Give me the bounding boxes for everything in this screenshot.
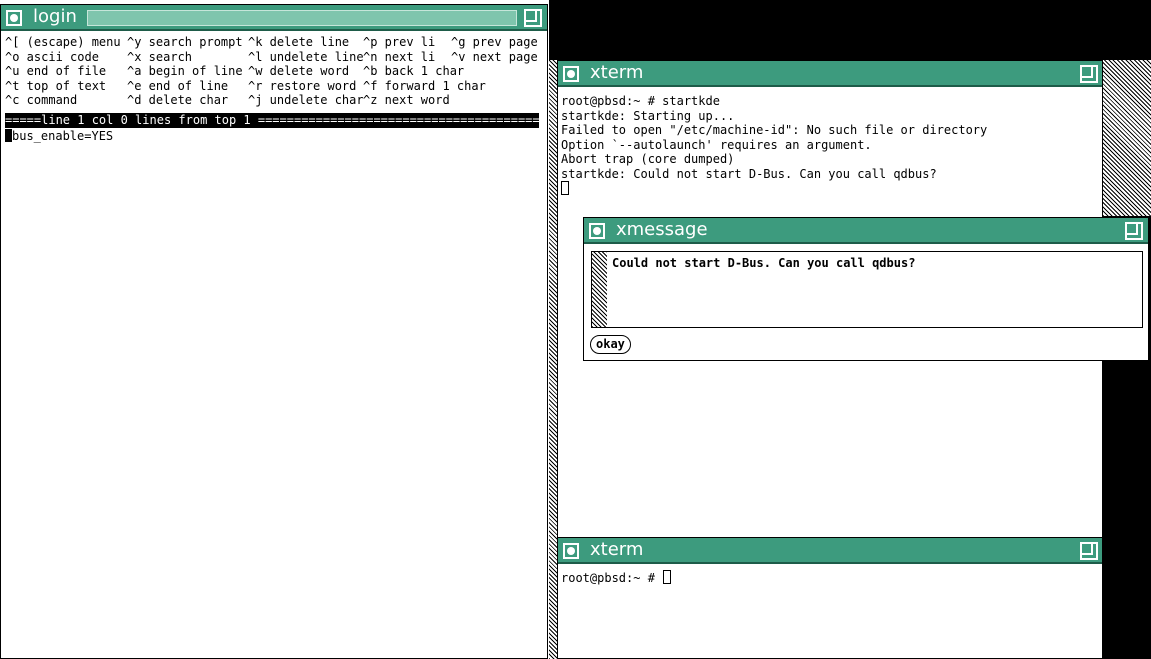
editor-help-item: ^g prev page xyxy=(451,35,538,49)
editor-help-item: ^e end of line xyxy=(127,78,229,93)
editor-help-item: ^w delete word xyxy=(248,64,350,79)
editor-help-item: ^t top of text xyxy=(5,78,107,93)
login-title-fill xyxy=(87,10,517,26)
editor-help-item: ^k delete line xyxy=(248,35,350,49)
editor-help-item: ^o ascii code xyxy=(5,49,99,64)
xmessage-scrollbar[interactable] xyxy=(592,252,607,327)
editor-help-item: ^l undelete line xyxy=(248,49,364,64)
xterm1-cursor xyxy=(561,181,569,195)
editor-help-item: ^c command xyxy=(5,93,78,108)
xterm2-titlebar[interactable]: xterm xyxy=(558,538,1102,564)
editor-help-item: ^x search xyxy=(127,49,193,64)
editor-status-line: =====line 1 col 0 lines from top 1 =====… xyxy=(5,113,539,128)
xterm1-output-line: startkde: Starting up... xyxy=(561,108,735,123)
xterm2-prompt: root@pbsd:~ # xyxy=(561,571,663,585)
xmessage-titlebar[interactable]: xmessage xyxy=(584,218,1148,244)
window-menu-icon[interactable] xyxy=(589,223,605,239)
login-titlebar[interactable]: login xyxy=(1,5,547,31)
editor-help-item: ^[ (escape) menu xyxy=(5,35,121,49)
xterm2-cursor xyxy=(663,570,672,584)
maximize-icon[interactable] xyxy=(1125,222,1143,240)
maximize-icon[interactable] xyxy=(1080,542,1098,560)
xmessage-window[interactable]: xmessage Could not start D-Bus. Can you … xyxy=(583,217,1149,361)
editor-help-item: ^p prev li xyxy=(363,35,436,49)
editor-content-line[interactable]: bus_enable=YES xyxy=(5,129,113,144)
editor-cursor xyxy=(5,129,12,142)
okay-button[interactable]: okay xyxy=(590,335,631,354)
window-menu-icon[interactable] xyxy=(6,10,22,26)
xterm1-titlebar[interactable]: xterm xyxy=(558,61,1102,87)
xterm1-output-line: startkde: Could not start D-Bus. Can you… xyxy=(561,167,937,181)
login-window[interactable]: login ^[ (escape) menu ^y search prompt ^k… xyxy=(0,4,548,659)
editor-help-item: ^n next li xyxy=(363,49,436,64)
window-menu-icon[interactable] xyxy=(563,66,579,82)
login-title: login xyxy=(33,6,77,27)
editor-help-item: ^u end of file xyxy=(5,64,107,79)
editor-help-item: ^a begin of line xyxy=(127,64,243,79)
xterm1-output-line: Failed to open "/etc/machine-id": No suc… xyxy=(561,123,988,138)
maximize-icon[interactable] xyxy=(1080,65,1098,83)
editor-help-panel: ^[ (escape) menu ^y search prompt ^k delet… xyxy=(1,35,547,115)
xterm1-output-line: root@pbsd:~ # startkde xyxy=(561,94,720,108)
editor-help-item: ^y search prompt xyxy=(127,35,243,49)
xmessage-title: xmessage xyxy=(616,219,708,240)
xterm1-output-line: Abort trap (core dumped) xyxy=(561,152,735,167)
xmessage-text-area[interactable]: Could not start D-Bus. Can you call qdbu… xyxy=(591,251,1143,328)
root-stipple-top-right xyxy=(1103,60,1151,216)
xterm-window-2[interactable]: xterm root@pbsd:~ # xyxy=(557,537,1103,659)
xterm2-prompt-line[interactable]: root@pbsd:~ # xyxy=(561,570,672,586)
editor-help-item: ^f forward 1 char xyxy=(363,78,486,93)
xterm2-title: xterm xyxy=(590,539,644,560)
editor-help-item: ^d delete char xyxy=(127,93,229,108)
editor-help-item: ^j undelete char xyxy=(248,93,364,108)
editor-help-item: ^v next page xyxy=(451,49,538,64)
xterm1-title: xterm xyxy=(590,62,644,83)
xterm1-cursor-line xyxy=(561,181,569,197)
editor-help-item: ^z next word xyxy=(363,93,450,108)
root-stipple-left xyxy=(549,60,557,659)
xterm1-output-line: Option `--autolaunch' requires an argume… xyxy=(561,137,872,152)
maximize-icon[interactable] xyxy=(524,9,542,27)
editor-content-text: bus_enable=YES xyxy=(12,129,114,143)
xmessage-text: Could not start D-Bus. Can you call qdbu… xyxy=(612,256,916,270)
x-desktop: login ^[ (escape) menu ^y search prompt ^k… xyxy=(0,0,1151,659)
window-menu-icon[interactable] xyxy=(563,543,579,559)
editor-help-item: ^b back 1 char xyxy=(363,64,465,79)
editor-help-item: ^r restore word xyxy=(248,78,357,93)
